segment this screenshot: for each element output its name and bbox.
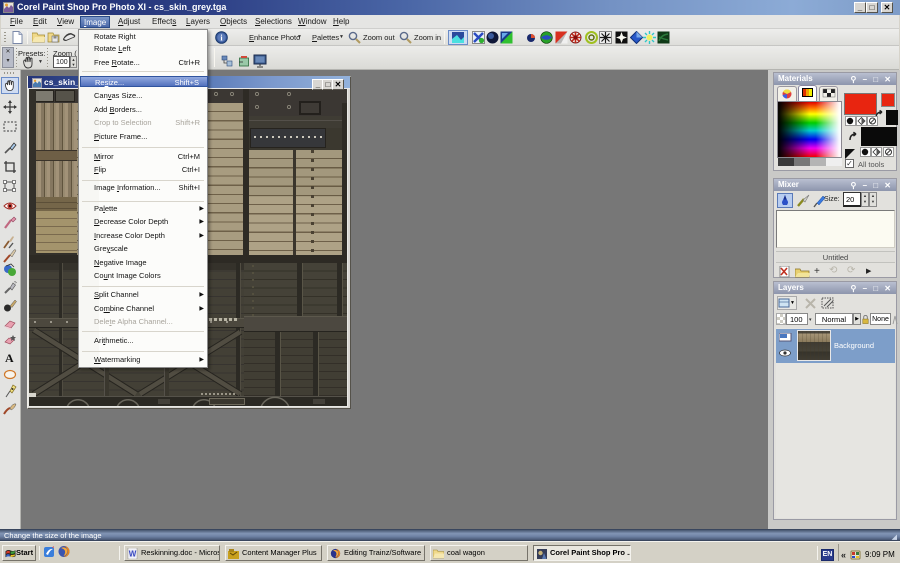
svg-text:W: W	[129, 550, 137, 559]
